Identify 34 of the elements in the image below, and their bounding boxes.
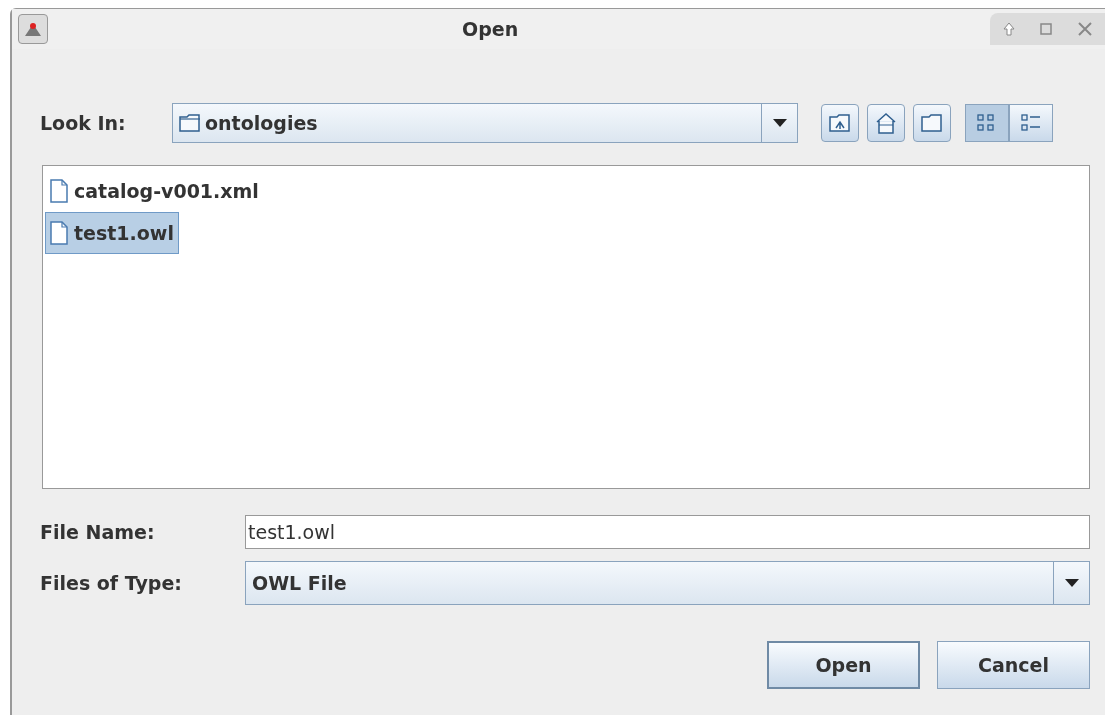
- file-icon: [50, 221, 68, 245]
- window-title: Open: [462, 16, 519, 42]
- view-mode-button[interactable]: [965, 104, 1009, 142]
- caret-icon: [1064, 579, 1079, 587]
- details-view-icon: [1021, 113, 1041, 133]
- file-item[interactable]: catalog-v001.xml: [45, 170, 264, 212]
- restore-icon[interactable]: [1039, 22, 1054, 36]
- maximize-arrow-icon[interactable]: [1001, 22, 1016, 36]
- file-name: catalog-v001.xml: [74, 178, 259, 204]
- look-in-combo[interactable]: ontologies: [172, 103, 798, 143]
- file-name: test1.owl: [74, 220, 174, 246]
- list-view-icon: [977, 113, 997, 133]
- file-type-combo[interactable]: OWL File: [245, 561, 1090, 605]
- file-name-label: File Name:: [40, 519, 156, 545]
- file-icon: [50, 179, 68, 203]
- file-type-label: Files of Type:: [40, 570, 183, 596]
- look-in-label: Look In:: [40, 110, 127, 136]
- caret-icon: [772, 119, 787, 127]
- dialog-button[interactable]: Open: [767, 641, 920, 689]
- toolbar-button[interactable]: [867, 104, 905, 142]
- up-folder-icon: [829, 113, 851, 133]
- app-icon: [18, 14, 48, 44]
- folder-name: ontologies: [205, 110, 318, 136]
- folder-icon: [179, 114, 201, 132]
- home-icon: [875, 112, 897, 134]
- dialog-button[interactable]: Cancel: [937, 641, 1090, 689]
- file-name-field[interactable]: test1.owl: [245, 515, 1090, 549]
- folder-icon: [921, 114, 943, 132]
- file-type-value: OWL File: [251, 570, 348, 596]
- toolbar-button[interactable]: [821, 104, 859, 142]
- file-item[interactable]: test1.owl: [45, 212, 179, 254]
- view-mode-button[interactable]: [1009, 104, 1053, 142]
- toolbar-button[interactable]: [913, 104, 951, 142]
- close-icon[interactable]: [1077, 21, 1094, 37]
